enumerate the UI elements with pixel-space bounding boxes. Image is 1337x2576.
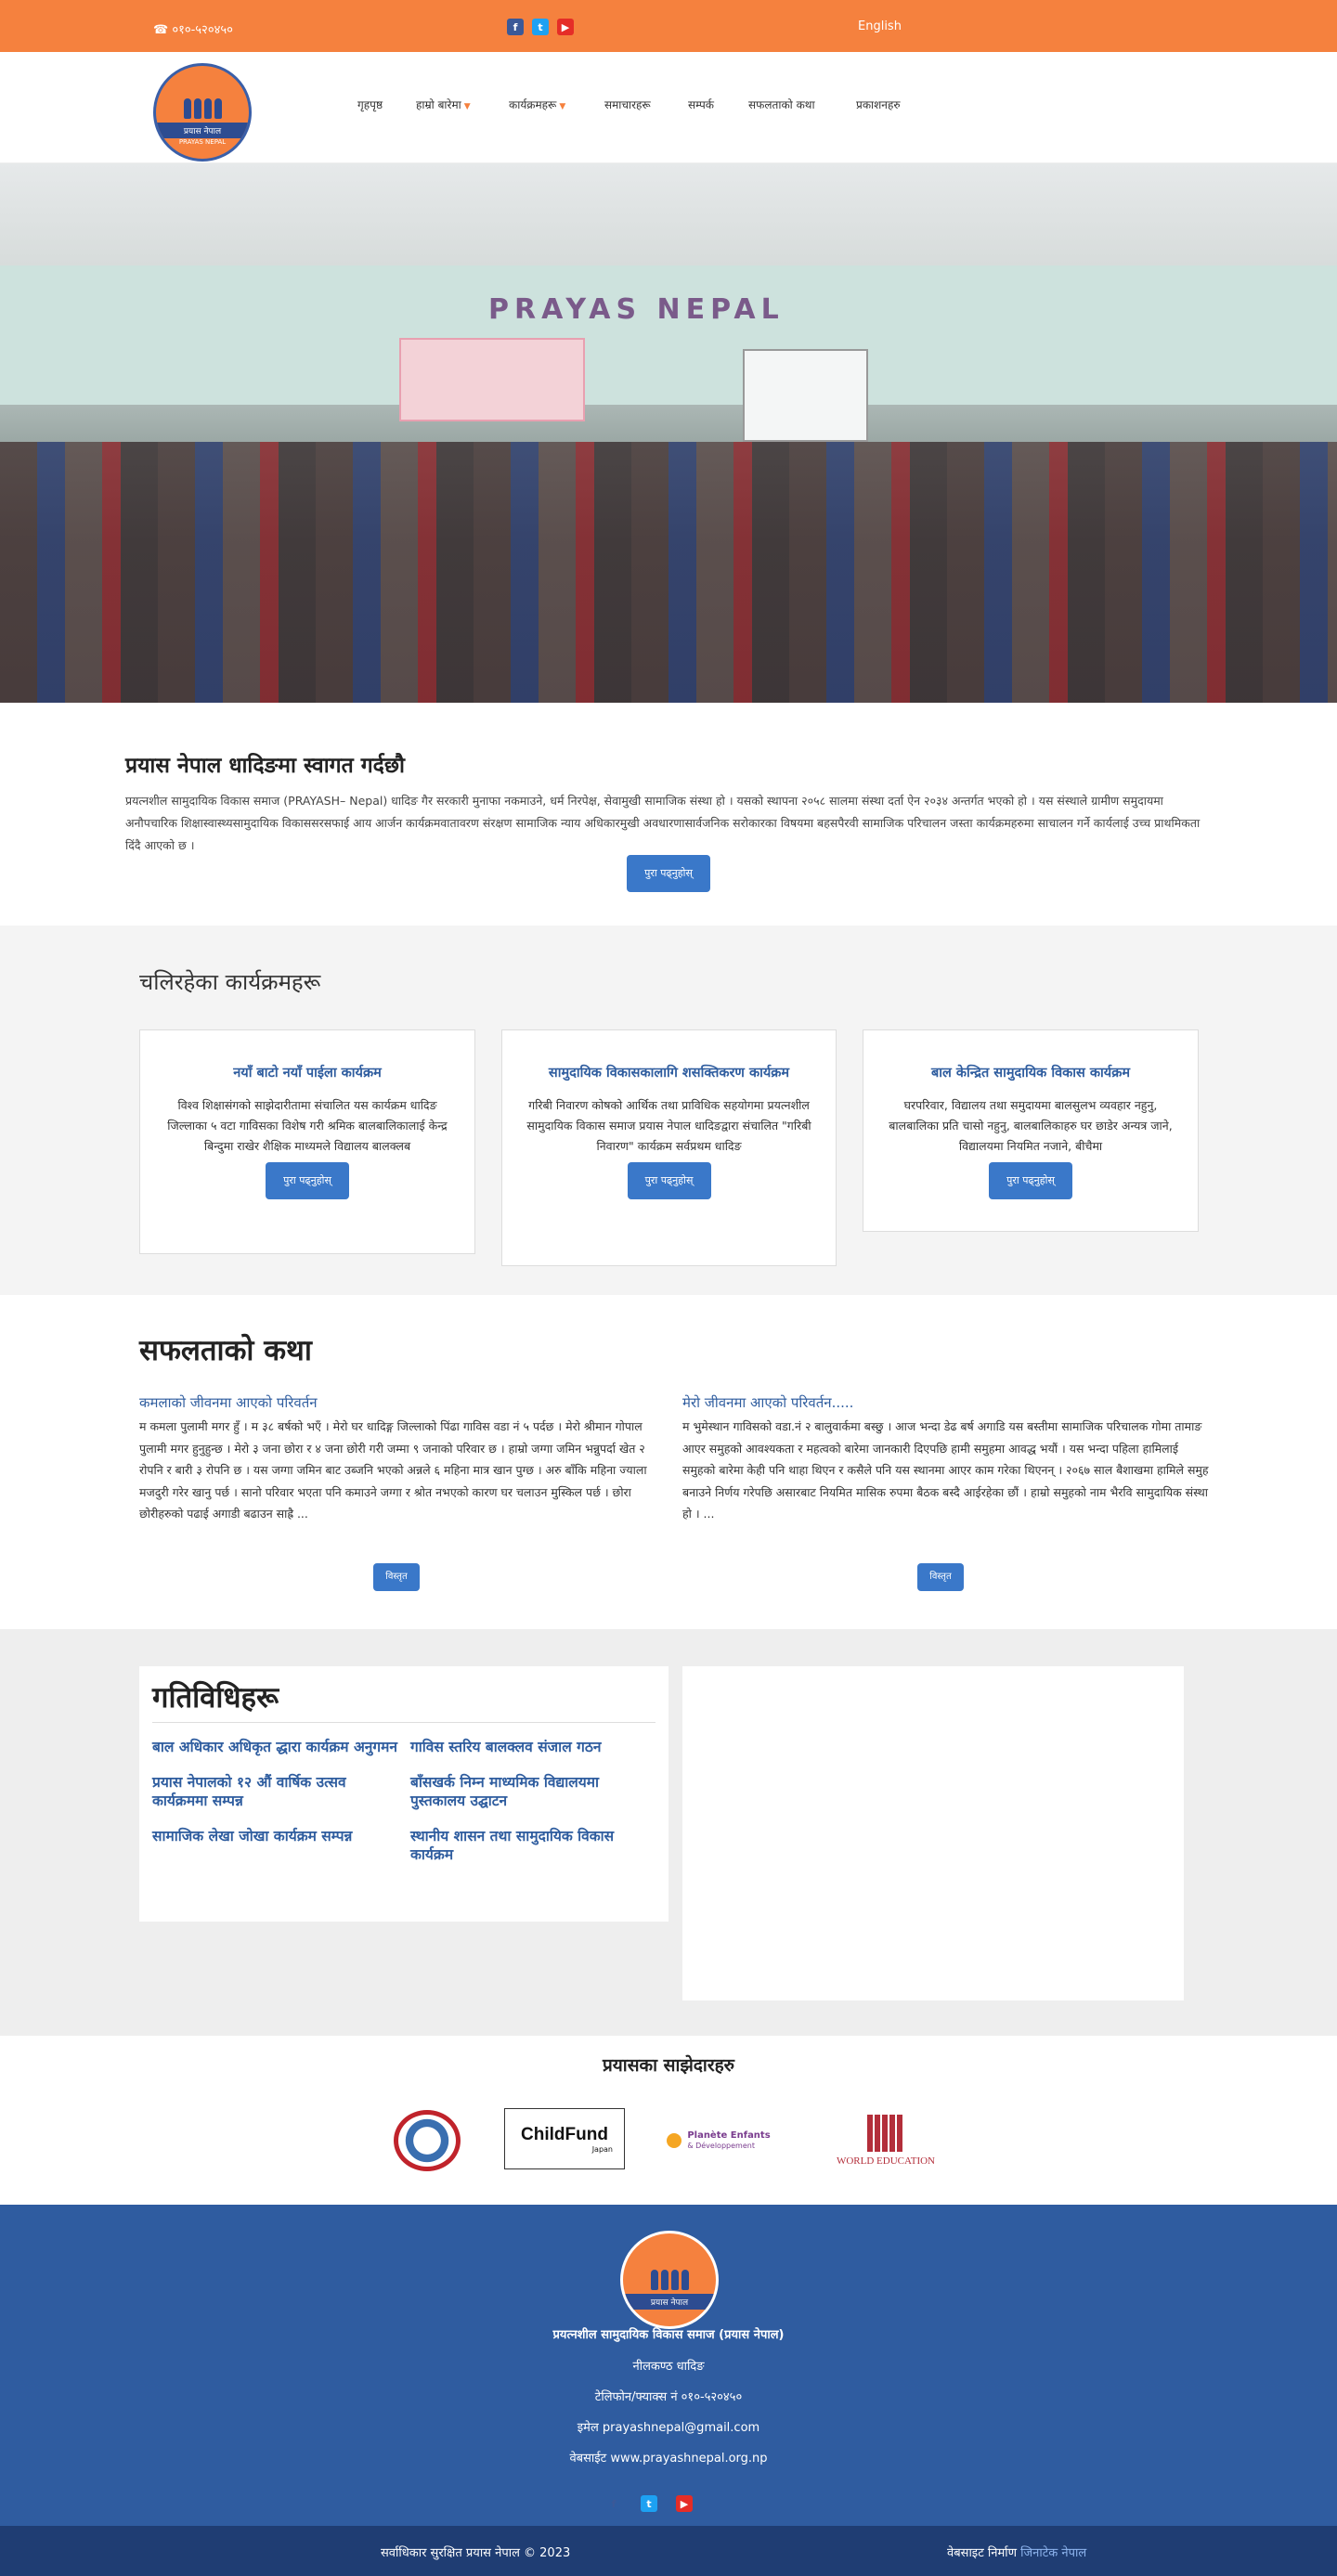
hero-image: PRAYAS NEPAL <box>0 163 1337 703</box>
footer-social-links: f t ▶ <box>605 2495 693 2512</box>
emblem-icon <box>394 2110 461 2171</box>
planete-enfants-logo[interactable]: Planète Enfants & Développement <box>663 2108 774 2173</box>
nav-publications[interactable]: प्रकाशनहरु <box>856 97 901 112</box>
activities-box: गतिविधिहरू बाल अधिकार अधिकृत द्धारा कार्… <box>139 1666 668 1922</box>
twitter-icon[interactable]: t <box>641 2495 657 2512</box>
activity-link[interactable]: बाल अधिकार अधिकृत द्धारा कार्यक्रम अनुगम… <box>152 1738 397 1756</box>
footer-website[interactable]: वेबसाईट www.prayashnepal.org.np <box>0 2449 1337 2466</box>
facebook-icon[interactable]: f <box>507 19 524 35</box>
stories-heading: सफलताको कथा <box>139 1334 312 1367</box>
planete-logo-mark <box>667 2133 682 2148</box>
program-card: नयाँ बाटो नयाँ पाईला कार्यक्रम विश्व शिक… <box>139 1029 475 1254</box>
phone-number: ☎ ०१०-५२०४५० <box>153 23 233 37</box>
youtube-icon[interactable]: ▶ <box>676 2495 693 2512</box>
nav-about[interactable]: हाम्रो बारेमा ▼ <box>416 97 471 112</box>
program-read-more-button[interactable]: पुरा पढ्नुहोस् <box>266 1162 349 1199</box>
program-card-title[interactable]: सामुदायिक विकासकालागि शसक्तिकरण कार्यक्र… <box>526 1064 811 1082</box>
social-links: f t ▶ <box>507 19 574 35</box>
hero-banner-text: PRAYAS NEPAL <box>488 293 785 326</box>
twitter-icon[interactable]: t <box>532 19 549 35</box>
chevron-down-icon: ▼ <box>463 102 471 111</box>
activity-link[interactable]: स्थानीय शासन तथा सामुदायिक विकास कार्यक्… <box>410 1827 656 1864</box>
story-body: म भुमेस्थान गाविसको वडा.नं २ बालुवार्कमा… <box>682 1419 1209 1521</box>
nepal-government-emblem[interactable] <box>390 2108 464 2173</box>
language-switch[interactable]: English <box>858 19 902 33</box>
hero-audience <box>0 442 1337 703</box>
program-card-body: गरिबी निवारण कोषको आर्थिक तथा प्राविधिक … <box>526 1098 811 1153</box>
hero-whiteboard <box>743 349 868 442</box>
world-education-mark <box>867 2115 904 2152</box>
logo-text-english: PRAYAS NEPAL <box>178 138 227 146</box>
story-body: म कमला पुलामी मगर हुँ । म ३८ बर्षको भएँ … <box>139 1419 647 1521</box>
partners-heading: प्रयासका साझेदारहरु <box>602 2055 735 2076</box>
logo-figures <box>183 98 222 119</box>
activity-link[interactable]: सामाजिक लेखा जोखा कार्यक्रम सम्पन्न <box>152 1827 397 1864</box>
activities-list: बाल अधिकार अधिकृत द्धारा कार्यक्रम अनुगम… <box>152 1738 656 1864</box>
program-card-title[interactable]: बाल केन्द्रित सामुदायिक विकास कार्यक्रम <box>888 1064 1174 1082</box>
world-education-text: WORLD EDUCATION <box>836 2155 935 2167</box>
facebook-icon[interactable]: f <box>605 2495 622 2512</box>
story-details-button[interactable]: विस्तृत <box>917 1563 964 1591</box>
site-logo[interactable]: प्रयास नेपाल PRAYAS NEPAL <box>153 63 252 162</box>
story-item: कमलाको जीवनमा आएको परिवर्तन म कमला पुलाम… <box>139 1393 668 1525</box>
program-card-body: विश्व शिक्षासंगको साझेदारीतामा संचालित य… <box>167 1098 448 1153</box>
program-read-more-button[interactable]: पुरा पढ्नुहोस् <box>989 1162 1072 1199</box>
partners-section: प्रयासका साझेदारहरु ChildFund Japan Plan… <box>0 2036 1337 2205</box>
nav-programs[interactable]: कार्यक्रमहरू ▼ <box>509 97 565 112</box>
program-card: सामुदायिक विकासकालागि शसक्तिकरण कार्यक्र… <box>501 1029 837 1266</box>
embed-panel <box>682 1666 1184 2000</box>
activity-link[interactable]: प्रयास नेपालको १२ औं वार्षिक उत्सव कार्य… <box>152 1773 397 1810</box>
story-title[interactable]: मेरो जीवनमा आएको परिवर्तन..... <box>682 1393 1212 1412</box>
activity-link[interactable]: बाँसखर्क निम्न माध्यमिक विद्यालयमा पुस्त… <box>410 1773 656 1810</box>
programs-section: चलिरहेका कार्यक्रमहरू नयाँ बाटो नयाँ पाई… <box>0 926 1337 1295</box>
childfund-japan-logo[interactable]: ChildFund Japan <box>504 2108 625 2169</box>
activity-link[interactable]: गाविस स्तरिय बालक्लव संजाल गठन <box>410 1738 656 1756</box>
childfund-logo-sub: Japan <box>591 2144 613 2154</box>
story-item: मेरो जीवनमा आएको परिवर्तन..... म भुमेस्थ… <box>682 1393 1212 1525</box>
activities-heading: गतिविधिहरू <box>152 1666 656 1723</box>
program-read-more-button[interactable]: पुरा पढ्नुहोस् <box>627 1162 711 1199</box>
activities-section: गतिविधिहरू बाल अधिकार अधिकृत द्धारा कार्… <box>0 1629 1337 2036</box>
story-title[interactable]: कमलाको जीवनमा आएको परिवर्तन <box>139 1393 668 1412</box>
footer-phone: टेलिफोन/फ्याक्स नं ०१०-५२०४५० <box>594 2390 743 2404</box>
planete-logo-text: Planète Enfants <box>687 2130 771 2141</box>
chevron-down-icon: ▼ <box>559 102 566 111</box>
top-bar: ☎ ०१०-५२०४५० f t ▶ English <box>0 0 1337 52</box>
hero-stage-banner <box>399 338 585 421</box>
copyright-bar: सर्वाधिकार सुरक्षित प्रयास नेपाल © 2023 … <box>0 2526 1337 2576</box>
footer-org-name: प्रयत्नशील सामुदायिक विकास समाज (प्रयास … <box>552 2328 785 2342</box>
logo-text-nepali: प्रयास नेपाल <box>156 123 249 138</box>
main-navbar: प्रयास नेपाल PRAYAS NEPAL गृहपृष्ठ हाम्र… <box>0 52 1337 163</box>
welcome-read-more-button[interactable]: पुरा पढ्नुहोस् <box>627 855 710 892</box>
made-by: वेबसाइट निर्माण जिनाटेक नेपाल <box>947 2546 1087 2560</box>
welcome-title: प्रयास नेपाल धादिङमा स्वागत गर्दछौ <box>125 754 405 778</box>
welcome-body: प्रयत्नशील सामुदायिक विकास समाज (PRAYASH… <box>125 794 1201 852</box>
footer-address: नीलकण्ठ धादिङ <box>632 2360 705 2374</box>
developer-link[interactable]: जिनाटेक नेपाल <box>1020 2546 1086 2560</box>
success-stories-section: सफलताको कथा कमलाको जीवनमा आएको परिवर्तन … <box>0 1295 1337 1629</box>
welcome-section: प्रयास नेपाल धादिङमा स्वागत गर्दछौ प्रयत… <box>0 703 1337 926</box>
program-card-body: घरपरिवार, विद्यालय तथा समुदायमा बालसुलभ … <box>889 1098 1173 1153</box>
nav-success-stories[interactable]: सफलताको कथा <box>748 97 815 112</box>
world-education-logo[interactable]: WORLD EDUCATION <box>821 2108 951 2173</box>
footer-logo-text: प्रयास नेपाल <box>623 2294 716 2310</box>
story-details-button[interactable]: विस्तृत <box>373 1563 420 1591</box>
footer-email[interactable]: इमेल prayashnepal@gmail.com <box>0 2418 1337 2435</box>
program-card-title[interactable]: नयाँ बाटो नयाँ पाईला कार्यक्रम <box>164 1064 450 1082</box>
nav-contact[interactable]: सम्पर्क <box>688 97 714 112</box>
youtube-icon[interactable]: ▶ <box>557 19 574 35</box>
copyright-text: सर्वाधिकार सुरक्षित प्रयास नेपाल © 2023 <box>381 2546 571 2560</box>
footer-logo: प्रयास नेपाल <box>620 2231 719 2329</box>
nav-news[interactable]: समाचारहरू <box>604 97 651 112</box>
programs-heading: चलिरहेका कार्यक्रमहरू <box>139 969 321 995</box>
childfund-logo-text: ChildFund <box>521 2124 608 2144</box>
planete-logo-sub: & Développement <box>687 2142 755 2150</box>
program-card: बाल केन्द्रित सामुदायिक विकास कार्यक्रम … <box>863 1029 1199 1232</box>
site-footer: प्रयास नेपाल प्रयत्नशील सामुदायिक विकास … <box>0 2205 1337 2526</box>
nav-home[interactable]: गृहपृष्ठ <box>357 97 383 112</box>
